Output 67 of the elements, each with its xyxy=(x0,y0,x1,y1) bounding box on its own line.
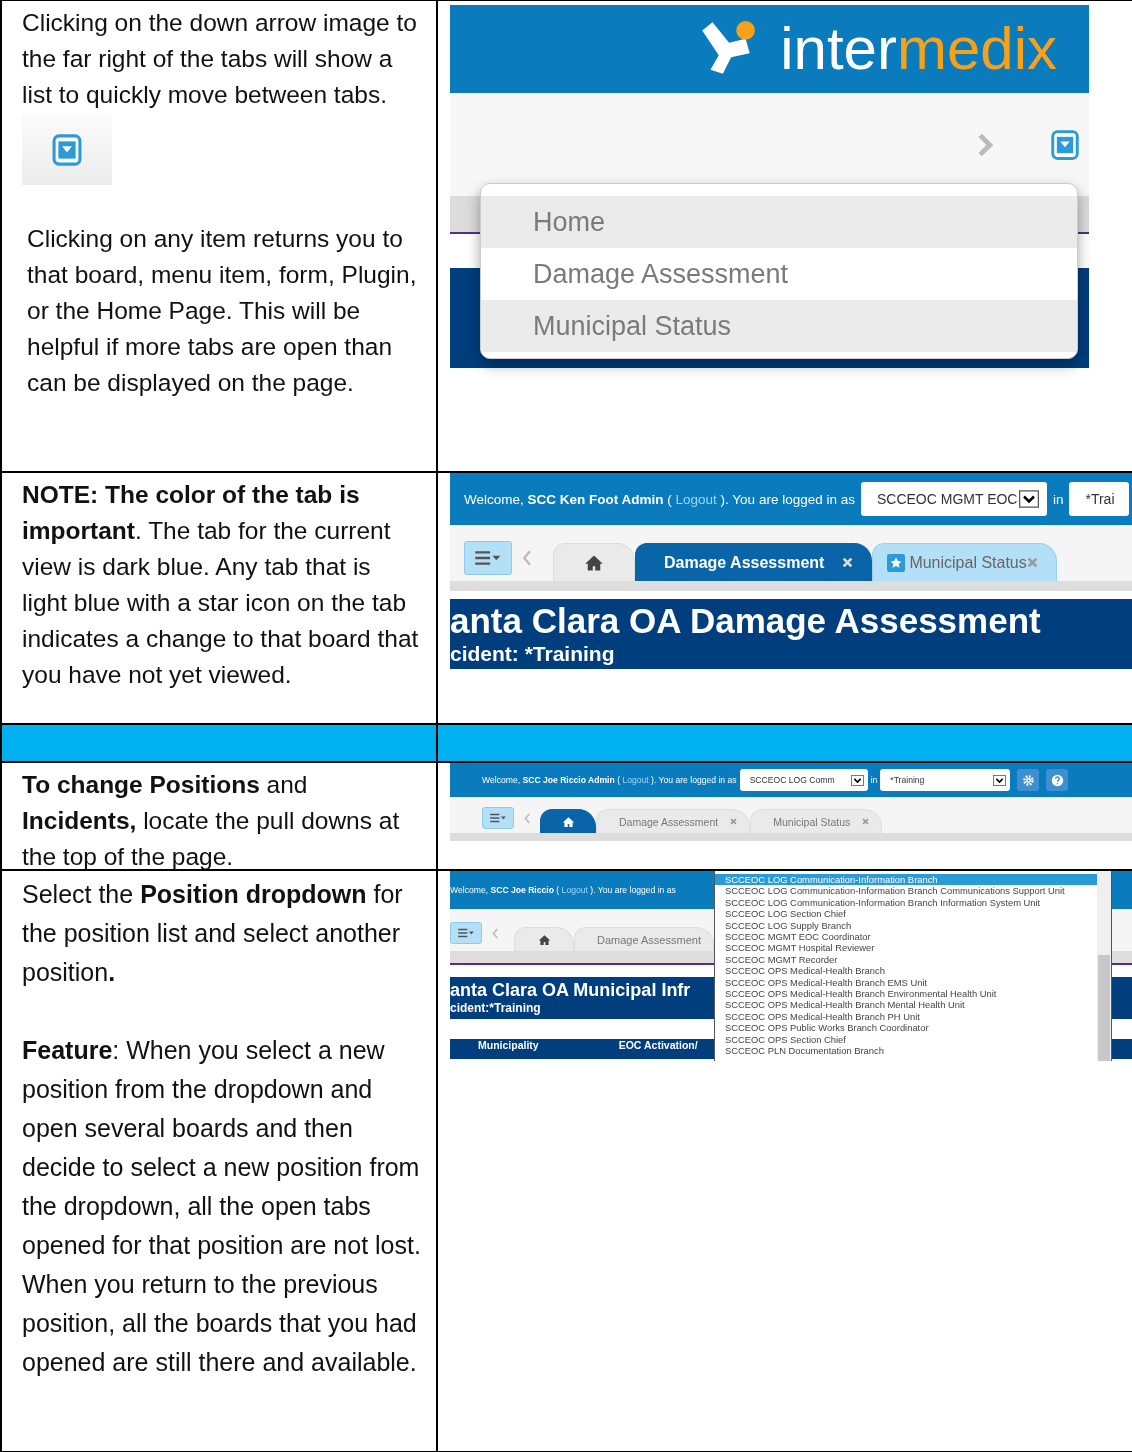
close-icon[interactable] xyxy=(862,818,870,825)
home-icon xyxy=(537,933,551,946)
position-option[interactable]: SCCEOC LOG Communication-Information Branch Information System Unit xyxy=(715,896,1097,909)
feature-text: Feature: When you select a new position from the dropdown and open several boards and then decide to select a new position from the dropdown, all the open tabs opened for that position are not lost. When you return to the previous position, all the boards that you had opened are still there and available. xyxy=(22,1035,422,1378)
menu-button[interactable] xyxy=(450,922,482,944)
instruction-text: Clicking on any item returns you to that board, menu item, form, Plugin, or the Home Page. This will be helpful if more tabs are open than can be displayed on the page. xyxy=(26,224,418,398)
welcome-text: Welcome, SCC Ken Foot Admin ( Logout ). You are logged in as xyxy=(464,491,855,507)
instruction-text: Select the Position dropdown for the position list and select another position. xyxy=(22,879,404,988)
position-option[interactable]: SCCEOC OPS Medical-Health Branch EMS Unit xyxy=(715,976,1097,989)
position-option[interactable]: SCCEOC OPS Section Chief xyxy=(715,1033,1097,1046)
menu-button[interactable] xyxy=(482,807,514,829)
help-button[interactable] xyxy=(1046,769,1069,791)
settings-icon xyxy=(1021,773,1035,787)
incident-dropdown[interactable]: *Training xyxy=(880,769,1011,791)
column-header: Municipality xyxy=(478,1039,539,1051)
position-option[interactable]: SCCEOC LOG Communication-Information Branch Communications Support Unit xyxy=(715,885,1097,897)
close-icon[interactable] xyxy=(730,818,738,825)
position-option[interactable]: SCCEOC OPS Medical-Health Branch Mental Health Unit xyxy=(715,999,1097,1011)
menu-icon xyxy=(474,550,502,566)
settings-button[interactable] xyxy=(1017,769,1040,791)
position-option[interactable]: SCCEOC OPS Medical-Health Branch xyxy=(715,965,1097,977)
home-tab[interactable] xyxy=(540,809,596,833)
dropdown-arrow-icon xyxy=(993,774,1007,786)
help-icon xyxy=(1050,773,1064,787)
position-option[interactable]: SCCEOC MGMT Hospital Reviewer xyxy=(715,942,1097,954)
position-option[interactable]: SCCEOC OPS Public Works Branch Coordinator xyxy=(715,1022,1097,1034)
chevron-left-icon xyxy=(524,812,530,824)
note-text: NOTE: The color of the tab is important. The tab for the current view is dark blue. Any tab that is light blue with a star icon on the tab indicates a change to that board that you have not yet viewed. xyxy=(22,480,420,690)
menu-icon xyxy=(457,928,475,938)
menu-item[interactable]: Home xyxy=(481,196,1077,248)
menu-item[interactable]: Damage Assessment xyxy=(481,248,1077,300)
board-tab[interactable]: Municipal Status xyxy=(872,543,1057,581)
board-title: anta Clara OA Municipal Infr xyxy=(450,979,692,1001)
incident-subtitle: cident:*Training xyxy=(450,1001,542,1015)
board-title: anta Clara OA Damage Assessment xyxy=(450,600,1042,642)
home-icon xyxy=(584,553,604,572)
menu-icon xyxy=(489,813,507,823)
position-dropdown[interactable]: SCCEOC MGMT EOC xyxy=(860,482,1047,516)
board-tab[interactable]: Damage Assessment xyxy=(574,927,714,951)
instruction-text: Clicking on the down arrow image to the far right of the tabs will show a list to quickly move between tabs. xyxy=(22,8,418,110)
position-option[interactable]: SCCEOC LOG Supply Branch xyxy=(715,919,1097,932)
position-option[interactable]: SCCEOC MGMT Recorder xyxy=(715,953,1097,966)
incident-subtitle: cident: *Training xyxy=(450,643,616,665)
position-option[interactable]: SCCEOC OPS Medical-Health Branch Environmental Health Unit xyxy=(715,988,1097,1000)
dropdown-arrow-icon xyxy=(850,774,864,786)
scrollbar-thumb[interactable] xyxy=(1098,955,1110,1061)
welcome-text: Welcome, SCC Joe Riccio ( Logout ). You are logged in as xyxy=(450,885,676,895)
board-tab[interactable]: Damage Assessment xyxy=(596,809,751,833)
position-option[interactable]: SCCEOC PLN Documentation Branch xyxy=(715,1045,1097,1057)
position-option[interactable]: SCCEOC LOG Section Chief xyxy=(715,908,1097,920)
position-option[interactable]: SCCEOC OPS Medical-Health Branch PH Unit xyxy=(715,1010,1097,1023)
menu-item[interactable]: Municipal Status xyxy=(481,300,1077,352)
board-tab[interactable]: Damage Assessment xyxy=(635,543,873,581)
chevron-left-icon xyxy=(522,550,531,566)
home-icon xyxy=(561,815,575,828)
scrollbar[interactable] xyxy=(1097,871,1111,1061)
position-option[interactable]: SCCEOC MGMT EOC Coordinator xyxy=(715,931,1097,943)
in-label: in xyxy=(1052,491,1064,507)
menu-button[interactable] xyxy=(464,541,512,575)
board-tab[interactable]: Municipal Status xyxy=(750,809,883,833)
position-dropdown[interactable]: SCCEOC LOG Comm xyxy=(739,769,868,791)
in-label: in xyxy=(870,775,878,785)
welcome-text: Welcome, SCC Joe Riccio Admin ( Logout ). You are logged in as xyxy=(482,775,737,785)
column-header: EOC Activation/ xyxy=(618,1039,698,1051)
incident-dropdown[interactable]: *Trai xyxy=(1069,482,1130,516)
logo-text: intermedix xyxy=(780,17,1057,81)
chevron-left-icon xyxy=(492,927,498,939)
